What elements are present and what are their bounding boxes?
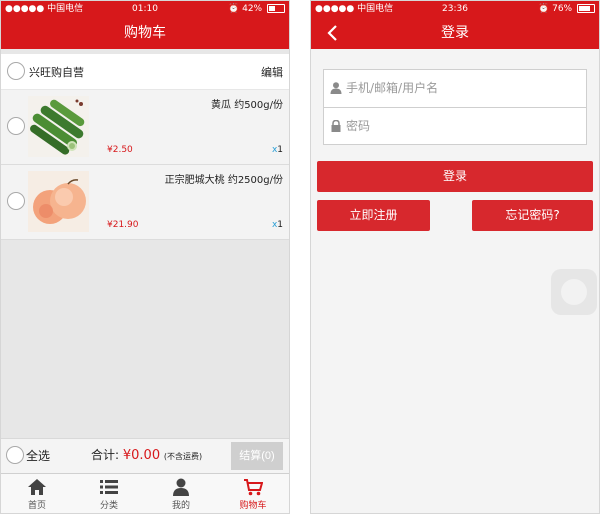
battery-percent: 42% xyxy=(242,4,263,14)
nav-bar: 登录 xyxy=(311,17,599,49)
shipping-note: (不含运费) xyxy=(163,452,203,461)
item-price: ¥21.90 xyxy=(107,220,139,230)
cart-item[interactable]: 黄瓜 约500g/份 ¥2.50 x1 xyxy=(1,90,289,165)
status-bar: ●●●●● 中国电信 23:36 ⏰ 76% xyxy=(311,1,599,17)
cart-item[interactable]: 正宗肥城大桃 约2500g/份 ¥21.90 x1 xyxy=(1,165,289,240)
page-title: 购物车 xyxy=(1,17,289,49)
tab-label: 我的 xyxy=(171,501,190,511)
battery-icon xyxy=(577,4,595,13)
password-input[interactable] xyxy=(346,116,576,136)
tab-category[interactable]: 分类 xyxy=(73,474,145,513)
total-amount: ¥0.00 xyxy=(122,448,161,463)
tab-label: 购物车 xyxy=(239,501,267,511)
item-select-checkbox[interactable] xyxy=(7,117,25,135)
tab-home[interactable]: 首页 xyxy=(1,474,73,513)
checkout-button[interactable]: 结算(0) xyxy=(231,442,283,470)
tab-cart[interactable]: 购物车 xyxy=(217,474,289,513)
page-title: 登录 xyxy=(441,25,469,41)
item-price: ¥2.50 xyxy=(107,145,133,155)
back-arrow-icon[interactable] xyxy=(323,17,343,49)
item-quantity: x1 xyxy=(271,220,283,230)
item-name: 正宗肥城大桃 约2500g/份 xyxy=(164,175,283,186)
battery-status: ⏰ 76% xyxy=(538,1,595,17)
username-input[interactable] xyxy=(346,78,576,98)
list-icon xyxy=(100,480,118,494)
password-row xyxy=(324,107,586,145)
cart-icon xyxy=(244,479,263,496)
login-button[interactable]: 登录 xyxy=(317,161,593,192)
alarm-icon: ⏰ xyxy=(228,4,240,14)
item-select-checkbox[interactable] xyxy=(7,192,25,210)
assistive-touch-button[interactable] xyxy=(551,269,597,315)
tab-bar: 首页 分类 我的 购物车 xyxy=(1,473,289,513)
tab-profile[interactable]: 我的 xyxy=(145,474,217,513)
username-row xyxy=(324,70,586,107)
login-form xyxy=(323,69,587,145)
select-all-label[interactable]: 全选 xyxy=(26,447,50,464)
store-select-checkbox[interactable] xyxy=(7,62,25,80)
alarm-icon: ⏰ xyxy=(538,4,550,14)
item-quantity: x1 xyxy=(271,145,283,155)
peach-image xyxy=(28,171,89,232)
register-button[interactable]: 立即注册 xyxy=(317,200,430,231)
select-all-checkbox[interactable] xyxy=(6,446,24,464)
user-icon xyxy=(330,82,342,94)
store-name: 兴旺购自营 xyxy=(29,66,84,79)
edit-button[interactable]: 编辑 xyxy=(261,64,283,80)
home-icon xyxy=(28,479,46,495)
cucumber-image xyxy=(28,96,89,157)
battery-status: ⏰ 42% xyxy=(228,1,285,17)
cart-total: 合计: ¥0.00 (不含运费) xyxy=(91,448,203,463)
user-icon xyxy=(173,478,189,496)
store-header: 兴旺购自营 编辑 xyxy=(1,54,289,89)
battery-percent: 76% xyxy=(552,4,573,14)
login-screen: ●●●●● 中国电信 23:36 ⏰ 76% 登录 登录 立即注册 xyxy=(310,0,600,514)
status-bar: ●●●●● 中国电信 01:10 ⏰ 42% xyxy=(1,1,289,17)
item-name: 黄瓜 约500g/份 xyxy=(211,100,283,111)
lock-icon xyxy=(331,120,341,132)
forgot-password-button[interactable]: 忘记密码? xyxy=(472,200,593,231)
cart-footer: 全选 合计: ¥0.00 (不含运费) 结算(0) xyxy=(1,438,289,473)
cart-screen: ●●●●● 中国电信 01:10 ⏰ 42% 购物车 兴旺购自营 编辑 黄瓜 约… xyxy=(0,0,290,514)
battery-icon xyxy=(267,4,285,13)
tab-label: 分类 xyxy=(99,501,118,511)
tab-label: 首页 xyxy=(27,501,46,511)
